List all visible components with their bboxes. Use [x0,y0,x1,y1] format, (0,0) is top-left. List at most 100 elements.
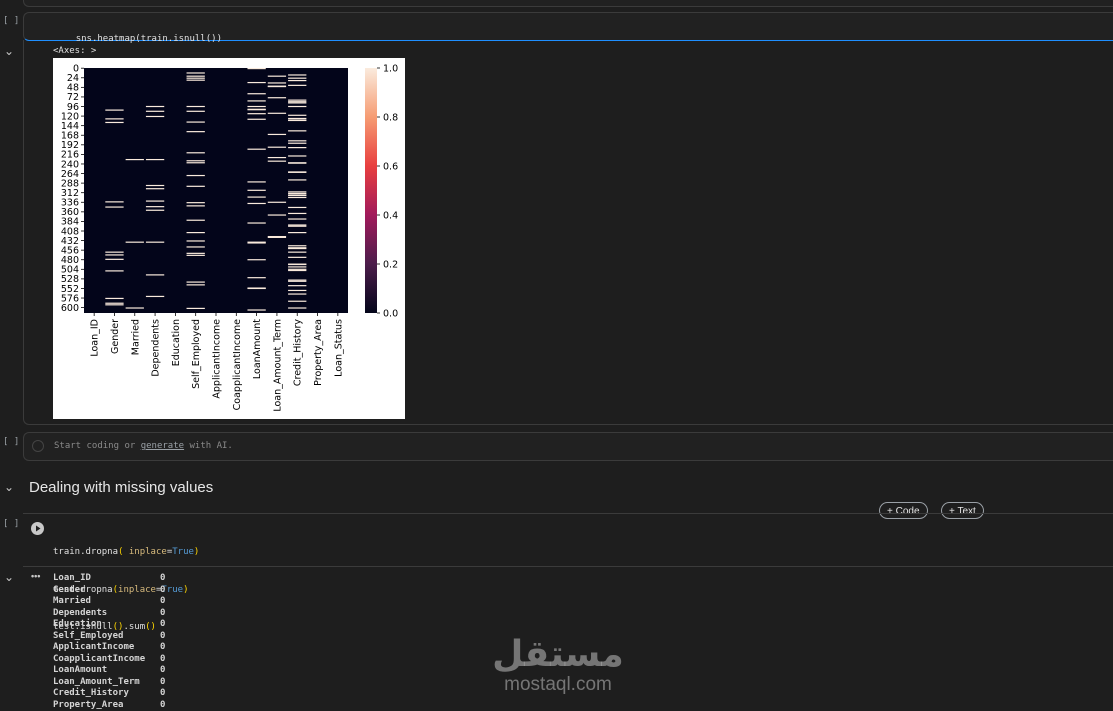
colorbar-tick-label: 0.8 [383,112,398,123]
heatmap-missing-cell [105,206,124,208]
x-tick-label: Dependents [151,319,162,377]
heatmap-missing-cell [288,179,307,181]
output-row: Education 0 [53,619,165,631]
heatmap-missing-cell [288,285,307,287]
heatmap-missing-cell [288,247,307,250]
output-row-name: LoanAmount [53,665,108,675]
heatmap-missing-cell [186,152,205,154]
output-row: Credit_History 0 [53,688,165,700]
output-menu-icon[interactable]: ••• [31,571,40,581]
heatmap-missing-cell [105,258,124,260]
heatmap-missing-cell [105,251,124,253]
previous-cell-bottom [23,0,1113,7]
output-row: Loan_ID 0 [53,573,165,585]
heatmap-missing-cell [247,105,266,108]
heatmap-missing-cell [247,100,266,102]
output-row-value: 0 [160,607,166,618]
heatmap-missing-cell [186,77,205,79]
heatmap-missing-cell [145,110,165,112]
exec-count-empty[interactable]: [ ] [3,437,19,447]
heatmap-missing-cell [247,242,266,244]
x-tick-label: ApplicantIncome [212,319,223,399]
heatmap-missing-cell [267,82,287,84]
section-heading[interactable]: Dealing with missing values [29,479,213,496]
heatmap-missing-cell [267,214,287,216]
generate-link[interactable]: generate [141,441,184,451]
dropna-output-rule [23,566,1113,567]
heatmap-missing-cell [267,236,287,238]
heatmap-missing-cell [267,201,287,203]
heatmap-missing-cell [288,162,307,164]
heatmap-missing-cell [247,93,266,95]
heatmap-missing-cell [288,196,307,199]
y-tick-label: 600 [61,303,79,314]
heatmap-missing-cell [288,171,307,173]
exec-count-dropna[interactable]: [ ] [3,519,19,529]
heatmap-missing-cell [288,102,307,104]
code-cell-heatmap[interactable]: sns.heatmap(train.isnull()) [23,12,1113,44]
heatmap-missing-cell [247,202,266,205]
heatmap-missing-cell [186,162,205,164]
collapse-output-chevron-icon[interactable]: ⌄ [4,44,14,58]
heatmap-missing-cell [186,281,205,283]
heatmap-missing-cell [288,194,307,197]
heatmap-missing-cell [288,79,307,82]
heatmap-missing-cell [145,158,165,161]
heatmap-missing-cell [267,156,287,159]
heatmap-missing-cell [247,222,266,224]
output-row-name: ApplicantIncome [53,642,135,652]
heatmap-missing-cell [267,160,287,162]
heatmap-missing-cell [186,174,205,177]
add-text-button[interactable]: + Text [941,502,984,519]
exec-count-heatmap[interactable]: [ ] [3,16,19,26]
heatmap-missing-cell [105,302,124,304]
heatmap-missing-cell [267,133,287,136]
heatmap-missing-cell [186,79,205,81]
heatmap-missing-cell [288,266,307,268]
heatmap-missing-cell [267,146,287,148]
heatmap-background [84,68,348,313]
heatmap-missing-cell [186,254,205,256]
x-tick-label: Loan_Amount_Term [272,319,283,412]
heatmap-missing-cell [247,196,266,198]
output-row-value: 0 [160,642,166,652]
heatmap-missing-cell [186,131,205,133]
section-collapse-chevron-icon[interactable]: ⌄ [4,480,14,494]
heatmap-missing-cell [288,147,307,149]
run-cell-icon[interactable] [31,522,44,535]
add-code-button[interactable]: + Code [879,502,928,519]
heatmap-missing-cell [186,246,205,248]
heatmap-missing-cell [186,240,205,242]
output-row-value: 0 [160,688,166,698]
heatmap-missing-cell [288,142,307,144]
heatmap-missing-cell [288,268,307,270]
x-tick-label: Married [130,319,141,355]
run-button-icon[interactable] [32,440,44,452]
heatmap-missing-cell [288,256,307,258]
placeholder-text: Start coding or [54,441,141,451]
heatmap-missing-cell [105,118,124,120]
output-row-name: Gender [53,584,86,595]
output-row-value: 0 [160,699,166,710]
heatmap-missing-cell [288,269,307,272]
heatmap-missing-cell [247,81,266,84]
heatmap-missing-cell [288,293,307,295]
x-tick-label: LoanAmount [252,319,263,379]
code-cell-empty[interactable]: Start coding or generate with AI. [23,432,1113,461]
heatmap-missing-cell [247,259,266,261]
heatmap-missing-cell [145,274,165,276]
colorbar-tick-label: 1.0 [383,63,398,74]
heatmap-missing-cell [105,297,124,300]
heatmap-missing-cell [186,121,205,123]
collapse-output-chevron-icon-2[interactable]: ⌄ [4,570,14,584]
heatmap-missing-cell [186,185,205,187]
heatmap-missing-cell [105,304,124,306]
heatmap-missing-cell [288,155,307,157]
output-row-value: 0 [160,653,166,664]
heatmap-missing-cell [288,251,307,253]
heatmap-missing-cell [186,252,205,254]
output-row: Property_Area 0 [53,700,165,711]
heatmap-missing-cell [186,307,205,310]
empty-cell-placeholder[interactable]: Start coding or generate with AI. [54,441,233,451]
x-tick-label: CoapplicantIncome [232,319,243,411]
